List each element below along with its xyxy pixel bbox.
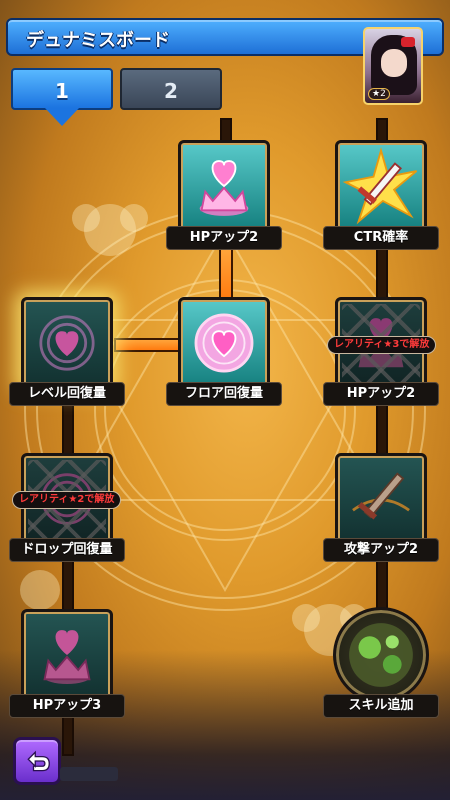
path-hp2-to-floor xyxy=(219,248,233,300)
path-drop-to-hp3 xyxy=(62,560,74,612)
heart-crown-icon xyxy=(43,630,91,684)
path-hp3-down xyxy=(62,716,74,756)
character-avatar[interactable]: ★2 xyxy=(363,27,423,105)
node-hp-up-3[interactable] xyxy=(21,609,113,701)
back-button[interactable] xyxy=(13,737,61,785)
node-label-drop-recovery: ドロップ回復量 xyxy=(9,538,125,562)
tab-board-2[interactable]: 2 xyxy=(120,68,222,110)
node-label-hp-up-3: HPアップ3 xyxy=(9,694,125,718)
footer-panel-stub xyxy=(60,767,118,781)
path-level-to-drop xyxy=(62,404,74,456)
heart-crown-icon xyxy=(199,160,249,216)
node-level-recovery[interactable] xyxy=(21,297,113,389)
node-attack-up-2[interactable] xyxy=(335,453,427,545)
path-ctr-to-hp2 xyxy=(376,248,388,300)
page-title: デュナミスボード xyxy=(26,30,170,51)
path-hp2-to-attack xyxy=(376,404,388,456)
node-label-ctr-rate: CTR確率 xyxy=(323,226,439,250)
node-floor-recovery[interactable] xyxy=(178,297,270,389)
tab-board-1[interactable]: 1 xyxy=(11,68,113,110)
sword-icon xyxy=(352,472,410,520)
character-rank-badge: ★2 xyxy=(368,88,390,100)
node-hp-up-2-top[interactable] xyxy=(178,140,270,232)
node-ctr-rate[interactable] xyxy=(335,140,427,232)
path-attack-to-skill xyxy=(376,560,388,612)
heart-rings-icon xyxy=(39,315,95,371)
node-label-level-recovery: レベル回復量 xyxy=(9,382,125,406)
tab-pointer xyxy=(45,108,79,126)
heart-rings-icon xyxy=(194,313,254,373)
node-label-hp-up-2-mid: HPアップ2 xyxy=(323,382,439,406)
node-label-floor-recovery: フロア回復量 xyxy=(166,382,282,406)
lock-requirement-badge: レアリティ★2で解放 xyxy=(12,491,122,509)
sword-burst-icon xyxy=(342,147,418,225)
path-floor-to-level xyxy=(114,338,184,352)
lock-requirement-badge: レアリティ★3で解放 xyxy=(327,336,437,354)
node-label-skill-add: スキル追加 xyxy=(323,694,439,718)
back-arrow-icon xyxy=(27,750,50,772)
node-skill-add[interactable] xyxy=(333,607,429,703)
node-label-hp-up-2-top: HPアップ2 xyxy=(166,226,282,250)
skill-orb-icon xyxy=(349,623,413,687)
node-label-attack-up-2: 攻撃アップ2 xyxy=(323,538,439,562)
